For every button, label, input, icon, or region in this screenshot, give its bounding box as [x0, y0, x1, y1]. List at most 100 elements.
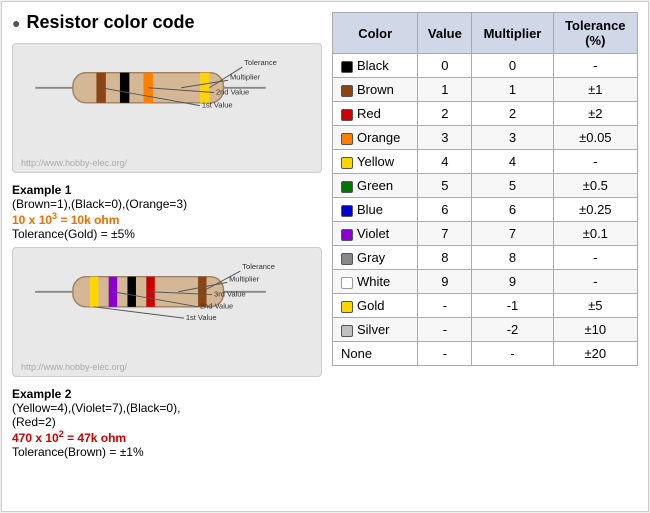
resistor-svg-1: Tolerance Multiplier 2nd Value 1st Value — [21, 52, 313, 132]
resistor-url-1: http://www.hobby-elec.org/ — [21, 158, 127, 168]
table-row: Yellow44- — [333, 150, 638, 174]
color-code-table: Color Value Multiplier Tolerance(%) Blac… — [332, 12, 638, 366]
color-swatch — [341, 277, 353, 289]
table-row: Green55±0.5 — [333, 174, 638, 198]
resistor-url-2: http://www.hobby-elec.org/ — [21, 362, 127, 372]
color-swatch — [341, 205, 353, 217]
cell-color: White — [333, 270, 418, 294]
cell-color: Silver — [333, 318, 418, 342]
cell-tolerance: ±0.25 — [553, 198, 637, 222]
example1-calc: 10 x 103 = 10k ohm — [12, 211, 322, 227]
title-icon: ● — [12, 15, 20, 31]
example2-formula2: (Red=2) — [12, 415, 322, 429]
svg-text:1st Value: 1st Value — [202, 101, 233, 110]
cell-multiplier: 8 — [472, 246, 553, 270]
cell-multiplier: 9 — [472, 270, 553, 294]
resistor-diagram-1: Tolerance Multiplier 2nd Value 1st Value… — [12, 43, 322, 173]
example2-tolerance: Tolerance(Brown) = ±1% — [12, 445, 322, 459]
cell-color: Gold — [333, 294, 418, 318]
cell-value: 7 — [418, 222, 472, 246]
table-header-row: Color Value Multiplier Tolerance(%) — [333, 13, 638, 54]
svg-text:2nd Value: 2nd Value — [200, 302, 233, 311]
table-row: Violet77±0.1 — [333, 222, 638, 246]
cell-tolerance: - — [553, 150, 637, 174]
cell-value: 5 — [418, 174, 472, 198]
cell-tolerance: ±5 — [553, 294, 637, 318]
title-text: Resistor color code — [26, 12, 194, 33]
cell-value: - — [418, 342, 472, 366]
cell-multiplier: 5 — [472, 174, 553, 198]
table-row: Gray88- — [333, 246, 638, 270]
cell-multiplier: 0 — [472, 54, 553, 78]
example2-calc-prefix: 470 x 10 — [12, 431, 59, 445]
table-row: Blue66±0.25 — [333, 198, 638, 222]
table-row: Red22±2 — [333, 102, 638, 126]
cell-tolerance: - — [553, 246, 637, 270]
cell-color: Yellow — [333, 150, 418, 174]
table-row: Silver--2±10 — [333, 318, 638, 342]
col-tolerance: Tolerance(%) — [553, 13, 637, 54]
color-swatch — [341, 133, 353, 145]
cell-tolerance: - — [553, 270, 637, 294]
color-swatch — [341, 181, 353, 193]
table-row: Black00- — [333, 54, 638, 78]
cell-tolerance: ±1 — [553, 78, 637, 102]
col-color: Color — [333, 13, 418, 54]
cell-value: 8 — [418, 246, 472, 270]
page-title: ● Resistor color code — [12, 12, 322, 33]
cell-value: 1 — [418, 78, 472, 102]
table-row: White99- — [333, 270, 638, 294]
cell-multiplier: 7 — [472, 222, 553, 246]
cell-value: 2 — [418, 102, 472, 126]
cell-color: Brown — [333, 78, 418, 102]
table-row: Orange33±0.05 — [333, 126, 638, 150]
cell-tolerance: ±10 — [553, 318, 637, 342]
example1-calc-prefix: 10 x 10 — [12, 213, 52, 227]
cell-tolerance: ±0.1 — [553, 222, 637, 246]
svg-text:Multiplier: Multiplier — [229, 274, 260, 283]
svg-text:2nd Value: 2nd Value — [216, 87, 249, 96]
table-row: None--±20 — [333, 342, 638, 366]
color-swatch — [341, 157, 353, 169]
example1-title: Example 1 — [12, 183, 322, 197]
cell-multiplier: - — [472, 342, 553, 366]
color-swatch — [341, 301, 353, 313]
cell-color: Green — [333, 174, 418, 198]
example1-tolerance: Tolerance(Gold) = ±5% — [12, 227, 322, 241]
color-swatch — [341, 229, 353, 241]
cell-multiplier: 3 — [472, 126, 553, 150]
cell-tolerance: ±20 — [553, 342, 637, 366]
cell-tolerance: - — [553, 54, 637, 78]
cell-color: Blue — [333, 198, 418, 222]
cell-color: Gray — [333, 246, 418, 270]
left-panel: ● Resistor color code Tolerance — [12, 12, 322, 501]
svg-text:1st Value: 1st Value — [186, 313, 217, 322]
example2-formula: (Yellow=4),(Violet=7),(Black=0), — [12, 401, 322, 415]
example1-calc-suffix: = 10k ohm — [57, 213, 119, 227]
table-row: Brown11±1 — [333, 78, 638, 102]
cell-color: Orange — [333, 126, 418, 150]
table-row: Gold--1±5 — [333, 294, 638, 318]
cell-multiplier: -1 — [472, 294, 553, 318]
cell-tolerance: ±0.5 — [553, 174, 637, 198]
color-swatch — [341, 85, 353, 97]
svg-text:Tolerance: Tolerance — [244, 58, 277, 67]
example1-box: Example 1 (Brown=1),(Black=0),(Orange=3)… — [12, 179, 322, 241]
color-swatch — [341, 253, 353, 265]
example1-formula: (Brown=1),(Black=0),(Orange=3) — [12, 197, 322, 211]
resistor-svg-2: Tolerance Multiplier 3rd Value 2nd Value… — [21, 256, 313, 336]
svg-text:Tolerance: Tolerance — [242, 262, 275, 271]
cell-value: - — [418, 318, 472, 342]
cell-value: 9 — [418, 270, 472, 294]
svg-text:Multiplier: Multiplier — [230, 72, 261, 81]
cell-multiplier: 4 — [472, 150, 553, 174]
color-swatch — [341, 109, 353, 121]
cell-value: 4 — [418, 150, 472, 174]
cell-value: 0 — [418, 54, 472, 78]
cell-color: Black — [333, 54, 418, 78]
cell-tolerance: ±0.05 — [553, 126, 637, 150]
right-panel: Color Value Multiplier Tolerance(%) Blac… — [332, 12, 638, 501]
cell-color: Red — [333, 102, 418, 126]
resistor-diagram-2: Tolerance Multiplier 3rd Value 2nd Value… — [12, 247, 322, 377]
cell-multiplier: 2 — [472, 102, 553, 126]
